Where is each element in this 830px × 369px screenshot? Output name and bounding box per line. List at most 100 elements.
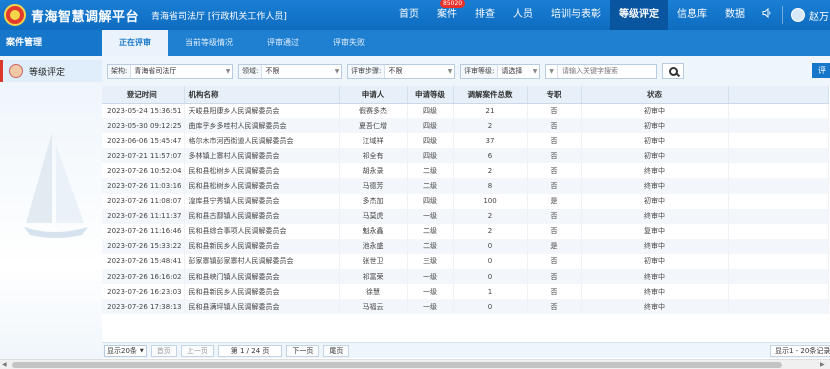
cell-total: 21 — [453, 103, 528, 119]
col-header-level[interactable]: 申请等级 — [407, 86, 454, 104]
cell-status: 初审中 — [581, 253, 729, 270]
evaluate-button[interactable]: 评 — [812, 63, 830, 78]
review-step-select[interactable]: 评审步骤: 不限 ▼ — [347, 63, 455, 79]
speaker-icon[interactable] — [760, 7, 774, 22]
cell-total: 6 — [453, 148, 528, 164]
cell-status: 初审中 — [581, 103, 729, 119]
sidebar-item-grading[interactable]: 等级评定 — [0, 60, 102, 82]
org-select-value: 青海省司法厅 — [134, 67, 177, 75]
nav-cases[interactable]: 案件 85020 — [428, 0, 466, 30]
avatar[interactable] — [791, 8, 805, 22]
cell-extra — [728, 284, 829, 300]
col-header-extra — [728, 86, 829, 104]
tab-current-level[interactable]: 当前等级情况 — [168, 30, 250, 56]
nav-home[interactable]: 首页 — [390, 0, 428, 30]
cell-fulltime: 否 — [527, 118, 582, 134]
sidebar: 案件管理 等级评定 — [0, 30, 102, 369]
chevron-down-icon[interactable]: ▼ — [546, 64, 558, 78]
col-header-org[interactable]: 机构名称 — [184, 86, 340, 104]
tab-review-passed[interactable]: 评审通过 — [250, 30, 316, 56]
nav-training[interactable]: 培训与表彰 — [542, 0, 610, 30]
tab-review-failed[interactable]: 评审失败 — [316, 30, 382, 56]
cell-time: 2023-05-30 09:12:25 — [102, 118, 185, 134]
cell-org: 民和县综合事项人民调解委员会 — [184, 223, 340, 239]
app-title: 青海智慧调解平台 — [31, 9, 140, 25]
tab-in-review[interactable]: 正在评审 — [102, 30, 168, 56]
col-header-total[interactable]: 调解案件总数 — [453, 86, 528, 104]
cell-total: 8 — [453, 178, 528, 194]
scroll-left-icon[interactable]: ◀ — [2, 361, 7, 368]
col-header-status[interactable]: 状态 — [581, 86, 729, 104]
table-row[interactable]: 2023-06-06 15:45:47 格尔木市河西街道人民调解委员会 江域祥 四级 3… — [102, 133, 829, 149]
cell-status: 终审中 — [581, 178, 729, 194]
table-row[interactable]: 2023-07-26 16:23:03 民和县新民乡人民调解委员会 徐慧 一级 1 否终审… — [102, 284, 829, 300]
pagination: 显示20条 ▼ 首页 上一页 第 1 / 24 页 下一页 尾页 显示1 - 20… — [102, 342, 830, 358]
cell-applicant: 马福云 — [339, 299, 408, 315]
table-row[interactable]: 2023-07-26 11:16:46 民和县综合事项人民调解委员会 魁永鑫 二级 2 否… — [102, 223, 829, 239]
cell-extra — [728, 238, 829, 254]
cell-fulltime: 否 — [527, 133, 582, 149]
table-row[interactable]: 2023-07-26 11:03:16 民和县松树乡人民调解委员会 马德芳 二级 8 否终… — [102, 178, 829, 194]
cell-total: 0 — [453, 269, 528, 285]
search-input[interactable] — [558, 67, 654, 75]
cell-extra — [728, 223, 829, 239]
table-row[interactable]: 2023-07-26 15:48:41 彭家寨镇彭家寨村人民调解委员会 张世卫 三级 0… — [102, 253, 829, 270]
cell-extra — [728, 103, 829, 119]
search-button[interactable] — [662, 63, 684, 79]
cell-total: 2 — [453, 118, 528, 134]
review-step-value: 不限 — [388, 67, 403, 75]
scrollbar-thumb[interactable] — [12, 362, 782, 368]
cell-time: 2023-07-26 16:23:03 — [102, 284, 185, 300]
court-emblem-icon — [4, 4, 26, 26]
chevron-down-icon: ▼ — [139, 347, 144, 354]
prev-page-button[interactable]: 上一页 — [180, 344, 214, 357]
first-page-button[interactable]: 首页 — [150, 344, 177, 357]
cell-time: 2023-06-06 15:45:47 — [102, 133, 185, 149]
cell-total: 2 — [453, 163, 528, 179]
col-header-fulltime[interactable]: 专职 — [527, 86, 582, 104]
user-name[interactable]: 赵万 — [809, 8, 829, 23]
table-row[interactable]: 2023-07-26 16:16:02 民和县峡门镇人民调解委员会 祁富荣 一级 0 否终… — [102, 269, 829, 285]
col-header-time[interactable]: 登记时间 — [102, 86, 185, 104]
cell-fulltime: 否 — [527, 253, 582, 270]
nav-inspection[interactable]: 排查 — [466, 0, 504, 30]
table-row[interactable]: 2023-07-26 17:38:13 民和县满坪镇人民调解委员会 马福云 一级 0 否终… — [102, 299, 829, 315]
table-row[interactable]: 2023-07-26 11:11:37 民和县古鄯镇人民调解委员会 马莫虎 一级 2 否终… — [102, 208, 829, 224]
review-level-select[interactable]: 评审等级: 请选择 ▼ — [460, 63, 540, 79]
cell-level: 一级 — [407, 299, 454, 315]
table-row[interactable]: 2023-07-26 15:33:22 民和县新民乡人民调解委员会 池永盛 二级 0 是终… — [102, 238, 829, 254]
next-page-button[interactable]: 下一页 — [286, 344, 320, 357]
nav-info-library[interactable]: 信息库 — [668, 0, 716, 30]
cell-fulltime: 否 — [527, 148, 582, 164]
table-row[interactable]: 2023-07-26 11:08:07 湟库县宁秀镇人民调解委员会 多杰加 四级 100… — [102, 193, 829, 209]
cell-applicant: 祁全有 — [339, 148, 408, 164]
cell-org: 民和县松树乡人民调解委员会 — [184, 163, 340, 179]
col-header-applicant[interactable]: 申请人 — [339, 86, 408, 104]
cell-applicant: 张世卫 — [339, 253, 408, 270]
table-row[interactable]: 2023-07-26 10:52:04 民和县松树乡人民调解委员会 胡永录 二级 2 否终… — [102, 163, 829, 179]
table-row[interactable]: 2023-05-30 09:12:25 曲库乎乡多哇村人民调解委员会 夏吾仁增 四级 2… — [102, 118, 829, 134]
cell-fulltime: 否 — [527, 163, 582, 179]
cell-extra — [728, 178, 829, 194]
last-page-button[interactable]: 尾页 — [323, 344, 350, 357]
table-row[interactable]: 2023-07-21 11:57:07 多林镇上寨村人民调解委员会 祁全有 四级 6 否初… — [102, 148, 829, 164]
cell-fulltime: 否 — [527, 284, 582, 300]
org-select[interactable]: 架构: 青海省司法厅 ▼ — [107, 63, 233, 79]
nav-data[interactable]: 数据 — [716, 0, 754, 30]
cell-status: 初审中 — [581, 118, 729, 134]
cell-level: 四级 — [407, 118, 454, 134]
cell-level: 三级 — [407, 253, 454, 270]
cell-org: 民和县松树乡人民调解委员会 — [184, 178, 340, 194]
horizontal-scrollbar[interactable]: ◀ ▶ — [0, 359, 830, 369]
scroll-right-icon[interactable]: ▶ — [820, 361, 825, 368]
page-size-value: 显示20条 — [107, 346, 137, 355]
nav-personnel[interactable]: 人员 — [504, 0, 542, 30]
table-row[interactable]: 2023-05-24 15:36:51 天峻县阳康乡人民调解委员会 假赛多杰 四级 21… — [102, 103, 829, 119]
cell-level: 二级 — [407, 178, 454, 194]
table-header-row: 登记时间 机构名称 申请人 申请等级 调解案件总数 专职 状态 — [102, 86, 829, 104]
cell-fulltime: 否 — [527, 103, 582, 119]
cell-level: 二级 — [407, 223, 454, 239]
nav-grading[interactable]: 等级评定 — [610, 0, 668, 30]
page-size-select[interactable]: 显示20条 ▼ — [104, 344, 147, 357]
domain-select[interactable]: 领域: 不限 ▼ — [238, 63, 342, 79]
